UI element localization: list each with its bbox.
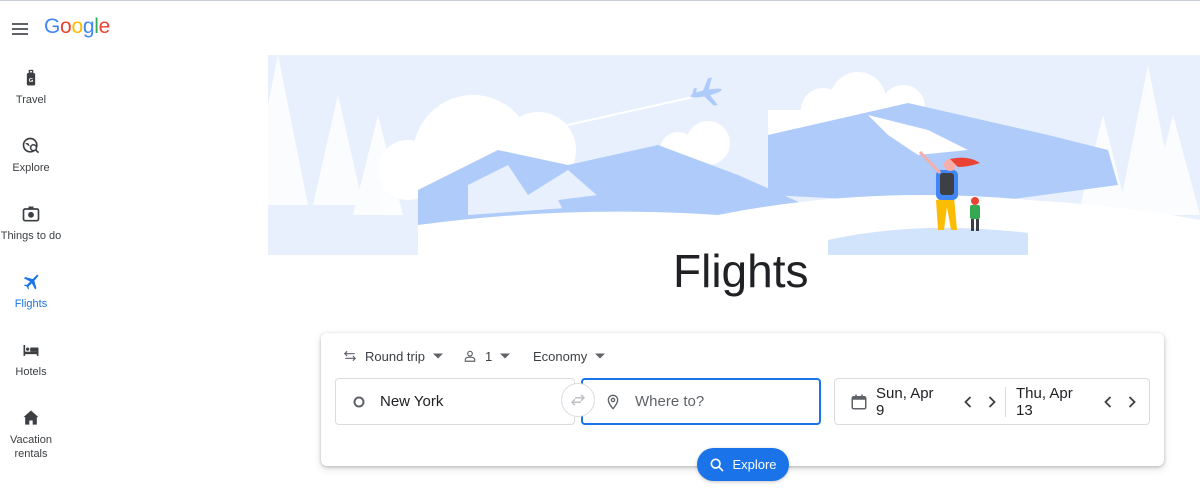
svg-text:G: G xyxy=(29,78,34,84)
dropdown-caret-icon xyxy=(500,353,511,359)
return-prev-button[interactable] xyxy=(1096,390,1120,414)
chevron-left-icon xyxy=(1104,395,1112,408)
chevron-right-icon xyxy=(1128,395,1136,408)
passengers-count: 1 xyxy=(485,348,493,364)
chevron-right-icon xyxy=(988,395,996,408)
sidebar-item-things-to-do[interactable]: Things to do xyxy=(0,204,62,243)
hero-illustration xyxy=(268,55,1200,255)
chevron-left-icon xyxy=(964,395,972,408)
google-logo[interactable]: Google xyxy=(44,15,110,39)
trip-type-dropdown[interactable]: Round trip xyxy=(343,347,443,365)
sidebar-item-travel[interactable]: G Travel xyxy=(0,68,62,107)
luggage-icon: G xyxy=(26,69,36,86)
swap-arrows-icon xyxy=(343,350,357,362)
dates-field[interactable]: Sun, Apr 9 Thu, Apr 13 xyxy=(834,378,1150,425)
depart-prev-button[interactable] xyxy=(956,390,980,414)
date-divider xyxy=(1005,387,1006,417)
camera-icon xyxy=(22,206,40,222)
flight-search-card: Round trip 1 Economy New York Where to? xyxy=(321,333,1164,466)
person-icon xyxy=(464,350,476,362)
globe-search-icon xyxy=(22,137,40,154)
return-date[interactable]: Thu, Apr 13 xyxy=(1016,385,1092,419)
calendar-icon xyxy=(851,394,867,409)
airplane-icon xyxy=(23,274,39,290)
swap-locations-button[interactable] xyxy=(561,383,595,417)
sidebar-item-label: Flights xyxy=(14,298,48,310)
return-next-button[interactable] xyxy=(1120,390,1144,414)
origin-value: New York xyxy=(380,393,444,410)
location-pin-icon xyxy=(607,394,619,410)
sidebar-item-label: Vacation rentals xyxy=(10,434,52,460)
origin-circle-icon xyxy=(353,396,365,407)
search-icon xyxy=(710,458,725,472)
explore-button-label: Explore xyxy=(732,457,777,472)
passengers-dropdown[interactable]: 1 xyxy=(463,347,511,365)
menu-icon[interactable] xyxy=(10,18,32,40)
sidebar-item-explore[interactable]: Explore xyxy=(0,136,62,175)
sidebar-item-label: Hotels xyxy=(15,366,47,378)
sidebar-item-hotels[interactable]: Hotels xyxy=(0,340,62,379)
depart-date[interactable]: Sun, Apr 9 xyxy=(876,385,946,419)
sidebar-item-label: Travel xyxy=(15,94,47,106)
trip-type-label: Round trip xyxy=(365,348,425,364)
swap-arrows-icon xyxy=(570,394,586,406)
destination-input[interactable]: Where to? xyxy=(581,378,821,425)
depart-next-button[interactable] xyxy=(980,390,1004,414)
destination-placeholder: Where to? xyxy=(635,393,705,410)
sidebar-item-flights[interactable]: Flights xyxy=(0,272,62,311)
sidebar-item-label: Things to do xyxy=(0,230,62,242)
explore-button[interactable]: Explore xyxy=(697,448,789,481)
cabin-class-dropdown[interactable]: Economy xyxy=(525,347,606,365)
top-border xyxy=(0,0,1200,1)
bed-icon xyxy=(23,345,39,356)
origin-input[interactable]: New York xyxy=(335,378,575,425)
cabin-class-label: Economy xyxy=(533,348,588,364)
sidebar-item-vacation-rentals[interactable]: Vacation rentals xyxy=(0,408,62,461)
house-icon xyxy=(23,410,39,425)
dropdown-caret-icon xyxy=(595,353,606,359)
sidebar-item-label: Explore xyxy=(12,162,50,174)
dropdown-caret-icon xyxy=(432,353,443,359)
